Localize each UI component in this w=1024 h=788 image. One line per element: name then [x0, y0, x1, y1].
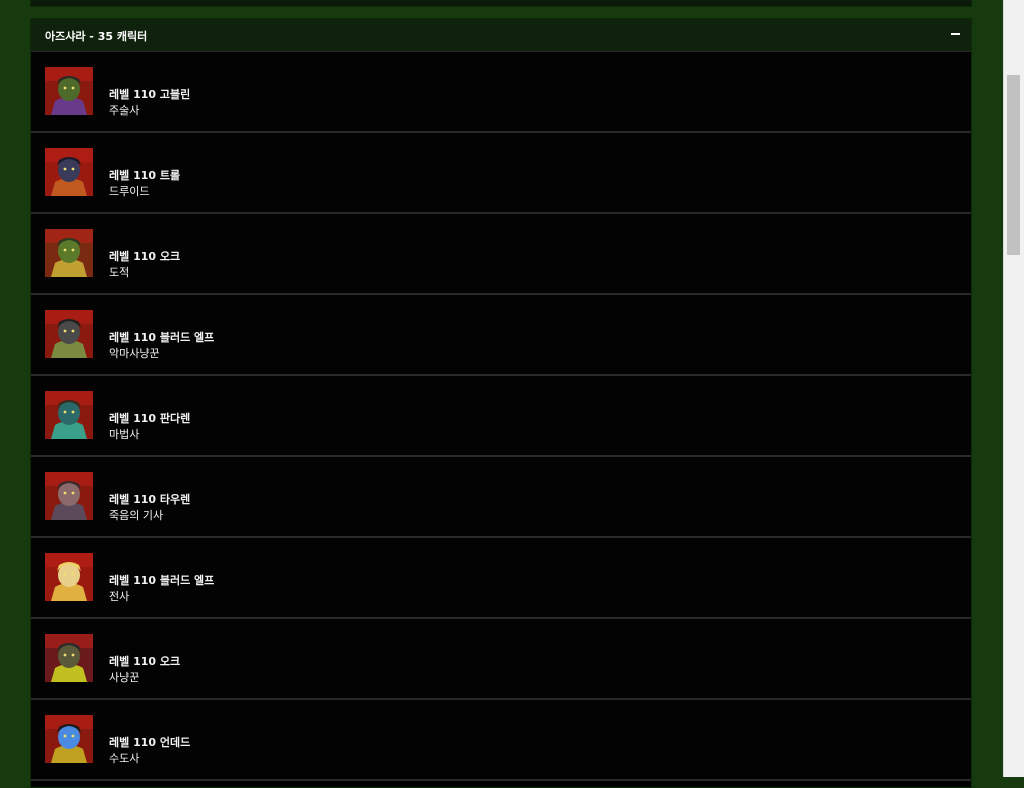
character-row[interactable]: 레벨 110 트롤드루이드: [31, 133, 971, 214]
realm-section-title: 아즈샤라 - 35 캐릭터: [45, 30, 148, 43]
character-level-race: 레벨 110 언데드: [109, 736, 191, 749]
character-level-race: 레벨 110 블러드 엘프: [109, 331, 215, 344]
character-portrait[interactable]: [45, 67, 93, 115]
character-level-race: 레벨 110 오크: [109, 655, 181, 668]
character-list: 레벨 110 고블린 주술사 레벨 110 트롤 드루이드 레벨 110 오크 도적 레벨 …: [31, 52, 971, 781]
character-row[interactable]: 레벨 110 블러드 엘프전사: [31, 538, 971, 619]
character-class: 죽음의 기사: [109, 509, 164, 522]
character-class: 수도사: [109, 752, 140, 765]
collapse-button[interactable]: [949, 25, 963, 43]
character-portrait[interactable]: [45, 148, 93, 196]
character-portrait[interactable]: [45, 634, 93, 682]
character-portrait[interactable]: [45, 310, 93, 358]
scrollbar-thumb[interactable]: [1007, 75, 1020, 255]
character-portrait[interactable]: [45, 391, 93, 439]
realm-characters-panel: 아즈샤라 - 35 캐릭터 레벨 110 고블린주술사레벨 110 트롤드루이드…: [30, 18, 972, 788]
character-row[interactable]: 레벨 110 판다렌마법사: [31, 376, 971, 457]
character-class: 악마사냥꾼: [109, 347, 160, 360]
character-row[interactable]: 레벨 110 타우렌죽음의 기사: [31, 457, 971, 538]
character-class: 드루이드: [109, 185, 150, 198]
character-level-race: 레벨 110 판다렌: [109, 412, 191, 425]
character-row[interactable]: 레벨 110 오크도적: [31, 214, 971, 295]
character-class: 도적: [109, 266, 130, 279]
character-portrait[interactable]: [45, 553, 93, 601]
character-row[interactable]: 레벨 110 오크사냥꾼: [31, 619, 971, 700]
character-class: 주술사: [109, 104, 140, 117]
character-portrait[interactable]: [45, 715, 93, 763]
character-row[interactable]: 레벨 110 언데드수도사: [31, 700, 971, 781]
character-level-race: 레벨 110 고블린: [109, 88, 191, 101]
character-class: 사냥꾼: [109, 671, 140, 684]
scrollbar[interactable]: [1003, 0, 1024, 777]
minus-icon: [951, 33, 960, 35]
realm-section-header[interactable]: 아즈샤라 - 35 캐릭터: [31, 19, 971, 52]
character-level-race: 레벨 110 오크: [109, 250, 181, 263]
character-row[interactable]: 레벨 110 고블린주술사: [31, 52, 971, 133]
character-level-race: 레벨 110 타우렌: [109, 493, 191, 506]
character-class: 전사: [109, 590, 130, 603]
previous-panel-edge: [30, 0, 972, 7]
character-level-race: 레벨 110 블러드 엘프: [109, 574, 215, 587]
character-class: 마법사: [109, 428, 140, 441]
character-level-race: 레벨 110 트롤: [109, 169, 181, 182]
character-portrait[interactable]: [45, 229, 93, 277]
character-row[interactable]: 레벨 110 블러드 엘프악마사냥꾼: [31, 295, 971, 376]
character-portrait[interactable]: [45, 472, 93, 520]
